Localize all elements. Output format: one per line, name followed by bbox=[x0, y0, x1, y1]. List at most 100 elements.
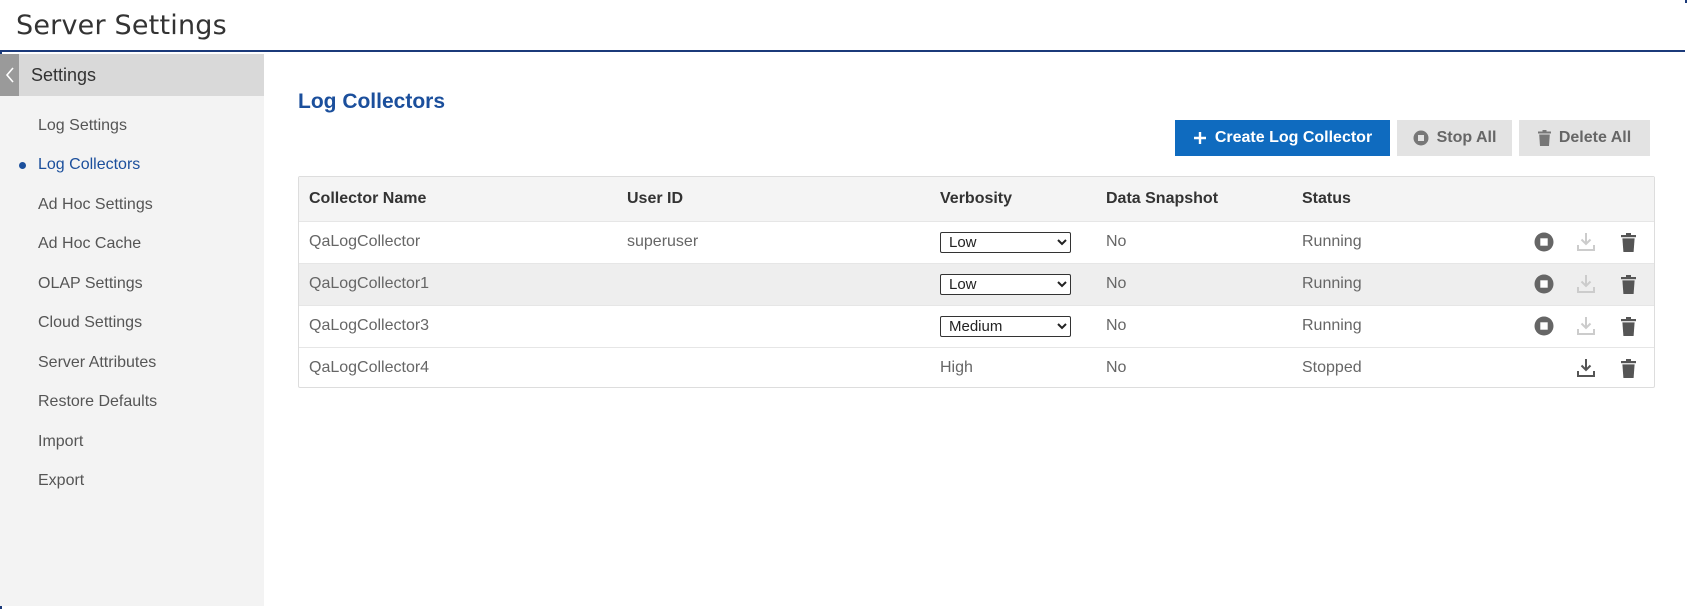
data-snapshot-cell: No bbox=[1106, 317, 1127, 334]
download-collector-button bbox=[1574, 314, 1598, 338]
verbosity-select[interactable]: Medium bbox=[940, 315, 1071, 337]
sidebar-item-label: Import bbox=[38, 432, 84, 450]
sidebar-item-label: Log Collectors bbox=[38, 156, 141, 174]
stop-all-button[interactable]: Stop All bbox=[1397, 120, 1512, 156]
data-snapshot-cell: No bbox=[1106, 359, 1127, 377]
trash-icon bbox=[1620, 232, 1636, 252]
trash-icon bbox=[1537, 130, 1551, 146]
actions-cell bbox=[1442, 221, 1654, 263]
download-icon bbox=[1577, 233, 1595, 251]
sidebar-item-label: Log Settings bbox=[38, 116, 127, 134]
sidebar-item-label: Ad Hoc Settings bbox=[38, 195, 153, 213]
sidebar-item-label: Export bbox=[38, 472, 85, 490]
status-cell: Running bbox=[1302, 233, 1362, 250]
stop-icon bbox=[1534, 316, 1554, 336]
main-content: Log Collectors Create Log Collector Stop… bbox=[298, 54, 1658, 606]
user-id-cell: superuser bbox=[627, 233, 699, 250]
table-header-row: Collector Name User ID Verbosity Data Sn… bbox=[299, 177, 1654, 221]
stop-collector-button[interactable] bbox=[1532, 314, 1556, 338]
trash-icon bbox=[1620, 274, 1636, 294]
column-header-user-id[interactable]: User ID bbox=[617, 177, 930, 221]
download-collector-button bbox=[1574, 230, 1598, 254]
verbosity-select[interactable]: Low bbox=[940, 273, 1071, 295]
sidebar-item-restore-defaults[interactable]: Restore Defaults bbox=[0, 383, 264, 423]
delete-collector-button[interactable] bbox=[1616, 356, 1640, 380]
status-cell: Stopped bbox=[1302, 359, 1362, 377]
delete-all-label: Delete All bbox=[1558, 129, 1632, 146]
sidebar: Settings Log Settings Log Collectors Ad … bbox=[0, 54, 264, 606]
sidebar-title: Settings bbox=[31, 64, 97, 85]
table-row: QaLogCollector superuser Low No Running bbox=[299, 221, 1654, 263]
data-snapshot-cell: No bbox=[1106, 275, 1127, 292]
sidebar-item-log-collectors[interactable]: Log Collectors bbox=[0, 146, 264, 186]
trash-icon bbox=[1620, 316, 1636, 336]
sidebar-item-label: OLAP Settings bbox=[38, 274, 143, 292]
sidebar-item-cloud-settings[interactable]: Cloud Settings bbox=[0, 304, 264, 344]
download-collector-button bbox=[1574, 272, 1598, 296]
create-log-collector-button[interactable]: Create Log Collector bbox=[1175, 120, 1390, 156]
column-header-actions bbox=[1442, 177, 1654, 221]
column-header-status[interactable]: Status bbox=[1292, 177, 1442, 221]
collector-name-cell: QaLogCollector4 bbox=[309, 359, 430, 377]
delete-all-button[interactable]: Delete All bbox=[1519, 120, 1650, 156]
actions-cell bbox=[1442, 305, 1654, 347]
user-id-cell bbox=[617, 263, 930, 305]
active-indicator-dot bbox=[19, 161, 26, 169]
toolbar: Create Log Collector Stop All Delete All bbox=[1175, 120, 1650, 156]
stop-collector-button[interactable] bbox=[1532, 272, 1556, 296]
sidebar-item-export[interactable]: Export bbox=[0, 462, 264, 502]
app-header: Server Settings bbox=[0, 0, 1685, 52]
sidebar-item-log-settings[interactable]: Log Settings bbox=[0, 106, 264, 146]
page-title: Log Collectors bbox=[298, 90, 446, 113]
sidebar-item-server-attributes[interactable]: Server Attributes bbox=[0, 343, 264, 383]
table-row: QaLogCollector3 Medium No Running bbox=[299, 305, 1654, 347]
plus-icon bbox=[1193, 132, 1206, 144]
sidebar-collapse-button[interactable] bbox=[0, 54, 19, 96]
status-cell: Running bbox=[1302, 275, 1362, 292]
verbosity-cell: Low bbox=[930, 263, 1096, 305]
data-snapshot-cell: No bbox=[1106, 233, 1127, 250]
verbosity-cell: Low bbox=[930, 221, 1096, 263]
download-icon bbox=[1577, 359, 1595, 378]
collector-name-cell: QaLogCollector1 bbox=[309, 275, 430, 292]
user-id-cell bbox=[617, 347, 930, 389]
actions-cell bbox=[1442, 347, 1654, 389]
delete-collector-button[interactable] bbox=[1616, 314, 1640, 338]
download-collector-button[interactable] bbox=[1574, 356, 1598, 380]
table-row: QaLogCollector4 High No Stopped bbox=[299, 347, 1654, 389]
column-header-collector-name[interactable]: Collector Name bbox=[299, 177, 617, 221]
verbosity-cell: High bbox=[940, 359, 973, 377]
sidebar-item-ad-hoc-cache[interactable]: Ad Hoc Cache bbox=[0, 225, 264, 265]
delete-collector-button[interactable] bbox=[1616, 272, 1640, 296]
stop-collector-button[interactable] bbox=[1532, 230, 1556, 254]
sidebar-item-label: Restore Defaults bbox=[38, 393, 158, 411]
chevron-left-icon bbox=[5, 67, 14, 83]
status-cell: Running bbox=[1302, 317, 1362, 334]
sidebar-item-label: Ad Hoc Cache bbox=[38, 235, 142, 253]
sidebar-item-label: Cloud Settings bbox=[38, 314, 143, 332]
sidebar-item-ad-hoc-settings[interactable]: Ad Hoc Settings bbox=[0, 185, 264, 225]
user-id-cell bbox=[617, 305, 930, 347]
delete-collector-button[interactable] bbox=[1616, 230, 1640, 254]
sidebar-item-olap-settings[interactable]: OLAP Settings bbox=[0, 264, 264, 304]
log-collectors-table: Collector Name User ID Verbosity Data Sn… bbox=[298, 176, 1655, 388]
stop-all-label: Stop All bbox=[1436, 129, 1497, 146]
download-icon bbox=[1577, 317, 1595, 335]
create-log-collector-label: Create Log Collector bbox=[1214, 129, 1373, 146]
column-header-data-snapshot[interactable]: Data Snapshot bbox=[1096, 177, 1292, 221]
verbosity-select[interactable]: Low bbox=[940, 231, 1071, 253]
sidebar-item-label: Server Attributes bbox=[38, 353, 157, 371]
column-header-verbosity[interactable]: Verbosity bbox=[930, 177, 1096, 221]
actions-cell bbox=[1442, 263, 1654, 305]
collector-name-cell: QaLogCollector bbox=[309, 233, 421, 250]
sidebar-header: Settings bbox=[0, 54, 264, 96]
stop-icon bbox=[1534, 232, 1554, 252]
sidebar-item-import[interactable]: Import bbox=[0, 422, 264, 462]
stop-icon bbox=[1534, 274, 1554, 294]
collector-name-cell: QaLogCollector3 bbox=[309, 317, 430, 334]
page-header-title: Server Settings bbox=[16, 9, 227, 41]
stop-icon bbox=[1413, 130, 1429, 146]
table-row: QaLogCollector1 Low No Running bbox=[299, 263, 1654, 305]
download-icon bbox=[1577, 275, 1595, 293]
trash-icon bbox=[1620, 358, 1636, 378]
